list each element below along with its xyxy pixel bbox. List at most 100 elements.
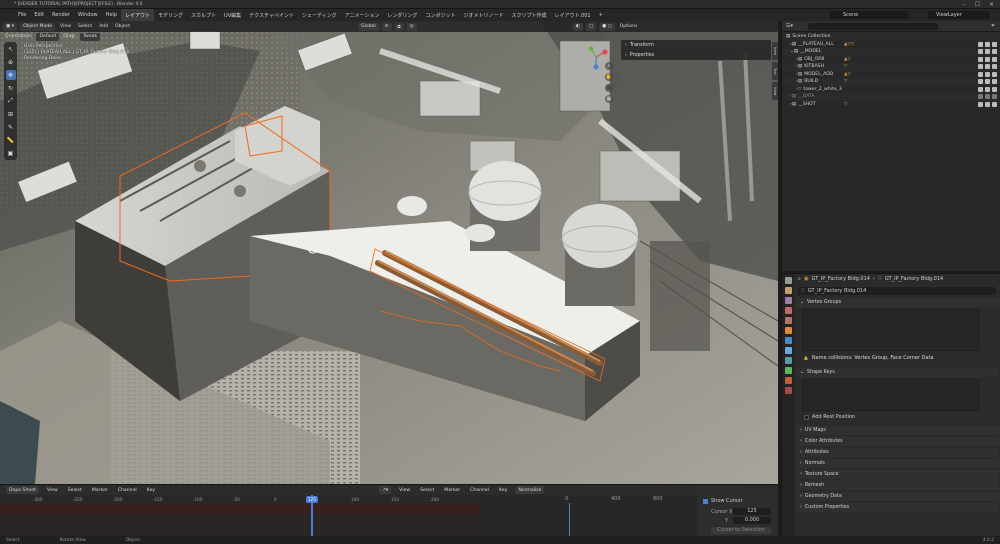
dope-menu-select[interactable]: Select [66,488,84,493]
cursor-to-selection-button[interactable]: Cursor to Selection [711,527,771,534]
transform-tool-icon[interactable]: ⊞ [6,109,16,119]
outliner-row-tower[interactable]: › ▽ tower_2_white_3 [782,86,1000,94]
menu-window[interactable]: Window [74,9,102,21]
tool-tab-icon[interactable] [784,277,792,284]
move-tool-icon[interactable]: ✥ [5,70,16,80]
section-uv-maps[interactable]: › UV Maps [796,426,999,435]
cursor-tool-icon[interactable]: ⊕ [6,57,16,67]
rotate-tool-icon[interactable]: ↻ [6,83,16,93]
graph-menu-select[interactable]: Select [418,488,436,493]
annotate-tool-icon[interactable]: ✎ [6,122,16,132]
section-color-attributes[interactable]: › Color Attributes [796,437,999,446]
transform-panel-header[interactable]: › Transform [621,40,771,50]
texture-tab-icon[interactable] [784,387,792,394]
menu-edit[interactable]: Edit [30,9,48,21]
workspace-tab-uv[interactable]: UV編集 [220,9,245,21]
workspace-tab-compositing[interactable]: コンポジット [421,9,459,21]
visibility-toggles[interactable] [978,86,997,92]
proportional-edit-icon[interactable]: ◎ [406,22,417,31]
camera-view-icon[interactable]: 🎥 [605,84,613,92]
scene-selector[interactable]: Scene [830,11,908,19]
render-tab-icon[interactable] [784,287,792,294]
visibility-toggles[interactable] [978,71,997,77]
shading-icon[interactable]: ● ○ [599,22,615,31]
material-tab-icon[interactable] [784,377,792,384]
section-remesh[interactable]: › Remesh [796,481,999,490]
viewport-menu-view[interactable]: View [58,24,73,29]
section-normals[interactable]: › Normals [796,459,999,468]
mesh-data-tab-icon[interactable] [784,367,792,374]
sidebar-tab-item[interactable]: Item [772,42,778,60]
frame-ruler[interactable]: -300 -250 -200 -150 -100 -50 0 50 100 15… [0,495,480,504]
menu-render[interactable]: Render [48,9,74,21]
overlay-icon[interactable]: ◐ [572,22,583,31]
dope-menu-channel[interactable]: Channel [116,488,139,493]
visibility-toggles[interactable] [978,41,997,47]
scene-tab-icon[interactable] [784,307,792,314]
viewport-menu-select[interactable]: Select [76,24,94,29]
outliner-row-model-add[interactable]: › ▤ MODEL_ADD ▲▽ [782,71,1000,79]
visibility-toggles[interactable] [978,101,997,107]
transform-orientation-dropdown[interactable]: Default [36,32,60,41]
world-tab-icon[interactable] [784,317,792,324]
particles-tab-icon[interactable] [784,347,792,354]
workspace-tab-shading[interactable]: シェーディング [298,9,341,21]
viewport-menu-add[interactable]: Add [97,24,110,29]
add-workspace-icon[interactable]: + [595,9,607,21]
editor-type-button[interactable]: ▣ ▾ [3,22,18,31]
section-texture-space[interactable]: › Texture Space [796,470,999,479]
cursor-x-field[interactable]: 125 [733,508,771,515]
object-mode-dropdown[interactable]: Object Mode [20,22,56,31]
modifier-tab-icon[interactable] [784,337,792,344]
scale-tool-icon[interactable]: ⤢ [6,96,16,106]
pivot-icon[interactable]: ⊙ [381,22,392,31]
object-tab-icon[interactable] [784,327,792,334]
menu-file[interactable]: File [14,9,30,21]
normalize-toggle[interactable]: Normalize [515,486,545,494]
minimize-icon[interactable]: – [963,1,966,8]
outliner-row-data[interactable]: › ▤ __DATA [782,93,1000,101]
dope-sheet-mode-dropdown[interactable]: Dope Sheet [6,486,39,494]
outliner-row-plateau-all[interactable]: › ▤ __PLATEAU_ALL ▲▽▽ [782,41,1000,49]
section-vertex-groups[interactable]: ⌄ Vertex Groups [796,298,999,307]
show-cursor-checkbox[interactable]: Show Cursor [703,499,743,504]
add-rest-position-checkbox[interactable]: Add Rest Position [804,415,855,420]
graph-menu-channel[interactable]: Channel [468,488,491,493]
drag-tweak-dropdown[interactable]: Tweak [80,32,101,41]
graph-editor-type-button[interactable]: ↗▾ [379,486,392,494]
workspace-tab-rendering[interactable]: レンダリング [383,9,421,21]
shape-keys-list[interactable] [802,379,979,411]
section-attributes[interactable]: › Attributes [796,448,999,457]
workspace-tab-layout[interactable]: レイアウト [121,9,155,21]
visibility-toggles[interactable] [978,94,997,100]
search-icon[interactable]: ⌕ [798,277,801,282]
workspace-tab-geometry-nodes[interactable]: ジオメトリノード [459,9,507,21]
xray-icon[interactable]: ▢ [585,22,597,31]
zoom-icon[interactable]: ⌕ [605,62,613,70]
physics-tab-icon[interactable] [784,357,792,364]
outliner-search-input[interactable] [808,23,938,30]
view-layer-selector[interactable]: ViewLayer [928,11,990,19]
visibility-toggles[interactable] [978,64,997,70]
outliner-row-kitbash[interactable]: › ▤ KITBASH ▽ [782,63,1000,71]
graph-menu-marker[interactable]: Marker [442,488,462,493]
add-cube-tool-icon[interactable]: ▣ [6,148,16,158]
section-geometry-data[interactable]: › Geometry Data [796,492,999,501]
mesh-datablock-field[interactable]: ▽ GT_IP_Factory Bldg.014 [798,287,996,295]
outliner-row-obj-orb[interactable]: › ▤ OBJ_ORB ▲▽ [782,56,1000,64]
filter-icon[interactable]: ⏷ [991,24,995,29]
pan-icon[interactable]: ✋ [605,73,613,81]
sidebar-tab-view[interactable]: View [772,82,778,100]
outliner-editor-icon[interactable]: ☰▾ [786,24,793,29]
graph-menu-key[interactable]: Key [497,488,509,493]
output-tab-icon[interactable] [784,297,792,304]
snap-icon[interactable]: ⧉ [394,22,404,31]
close-icon[interactable]: ✕ [989,1,994,8]
checkbox-icon[interactable] [804,415,809,420]
summary-channel-row[interactable] [0,504,480,514]
cursor-y-field[interactable]: 0.000 [733,517,771,524]
viewport-menu-object[interactable]: Object [113,24,132,29]
perspective-toggle-icon[interactable]: ▦ [605,95,613,103]
workspace-tab-sculpt[interactable]: スカルプト [187,9,220,21]
vertex-groups-list[interactable] [802,309,979,351]
